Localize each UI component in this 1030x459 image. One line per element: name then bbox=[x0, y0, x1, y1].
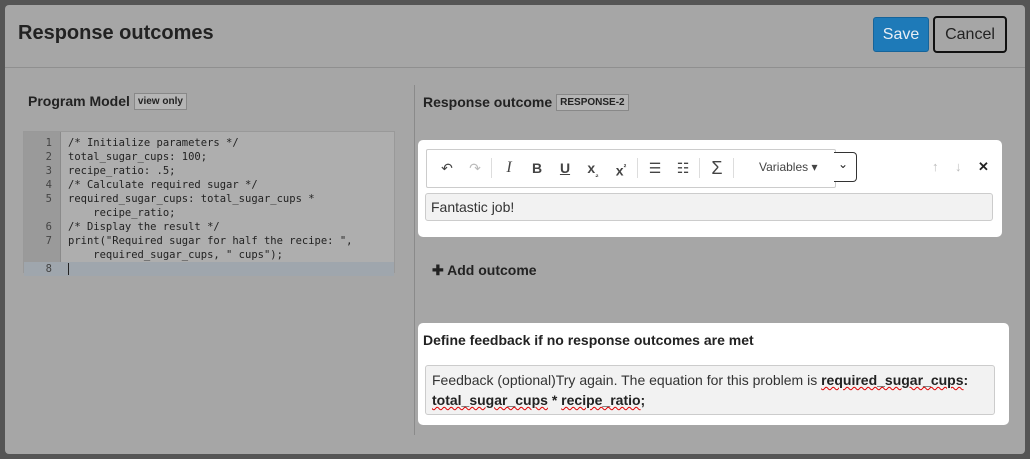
code-line: recipe_ratio; bbox=[24, 206, 394, 220]
line-number: 7 bbox=[45, 235, 52, 247]
code-text: recipe_ratio: .5; bbox=[68, 165, 176, 177]
line-number: 8 bbox=[45, 263, 52, 275]
sigma-icon[interactable]: Σ bbox=[707, 158, 727, 178]
equation-term: required_sugar_cups bbox=[821, 372, 964, 388]
program-model-code-editor[interactable]: 1 /* Initialize parameters */ 2 total_sugar… bbox=[23, 131, 395, 276]
code-text: /* Display the result */ bbox=[68, 221, 220, 233]
view-only-tag: view only bbox=[133, 93, 187, 110]
code-text: /* Initialize parameters */ bbox=[68, 137, 239, 149]
code-line: 2 total_sugar_cups: 100; bbox=[24, 150, 394, 164]
underline-icon[interactable]: U bbox=[555, 158, 575, 178]
toolbar-separator bbox=[637, 158, 638, 178]
code-text: total_sugar_cups: 100; bbox=[68, 151, 208, 163]
program-model-heading: Program Model view only bbox=[28, 93, 187, 110]
code-text: print("Required sugar for half the recip… bbox=[68, 235, 353, 247]
code-line: 6 /* Display the result */ bbox=[24, 220, 394, 234]
outcome-card: ↶ ↷ I B U x₂ x² ☰ ☷ Σ Variables ▾ ⌄ ↑ ↓ … bbox=[418, 140, 1002, 237]
equation-term: recipe_ratio bbox=[561, 392, 641, 408]
code-line: 7 print("Required sugar for half the reci… bbox=[24, 234, 394, 248]
add-outcome-button[interactable]: ✚ Add outcome bbox=[432, 262, 537, 279]
feedback-prefix: Feedback (optional)Try again. The equati… bbox=[432, 372, 822, 388]
italic-icon[interactable]: I bbox=[499, 158, 519, 178]
code-line: 5 required_sugar_cups: total_sugar_cups * bbox=[24, 192, 394, 206]
toolbar-separator bbox=[491, 158, 492, 178]
no-match-heading: Define feedback if no response outcomes … bbox=[423, 332, 754, 348]
panel-divider bbox=[414, 85, 415, 435]
line-number: 4 bbox=[45, 179, 52, 191]
line-number: 1 bbox=[45, 137, 52, 149]
line-number: 3 bbox=[45, 165, 52, 177]
code-line: 1 /* Initialize parameters */ bbox=[24, 136, 394, 150]
subscript-icon[interactable]: x₂ bbox=[583, 158, 603, 185]
add-outcome-label: Add outcome bbox=[447, 262, 537, 278]
save-button[interactable]: Save bbox=[873, 17, 929, 52]
superscript-icon[interactable]: x² bbox=[611, 158, 631, 181]
program-model-title: Program Model bbox=[28, 93, 130, 109]
line-number: 5 bbox=[45, 193, 52, 205]
response-outcomes-dialog: Response outcomes Save Cancel Program Mo… bbox=[5, 5, 1025, 454]
cancel-button[interactable]: Cancel bbox=[933, 16, 1007, 53]
outcome-feedback-input[interactable]: Fantastic job! bbox=[425, 193, 993, 221]
close-icon[interactable]: ✕ bbox=[978, 159, 989, 175]
plus-icon: ✚ bbox=[432, 262, 444, 278]
code-line: 3 recipe_ratio: .5; bbox=[24, 164, 394, 178]
line-number: 2 bbox=[45, 151, 52, 163]
code-line: 4 /* Calculate required sugar */ bbox=[24, 178, 394, 192]
code-line: 8 bbox=[24, 262, 394, 276]
undo-icon[interactable]: ↶ bbox=[437, 158, 457, 178]
dialog-header: Response outcomes Save Cancel bbox=[5, 5, 1025, 68]
toolbar-separator bbox=[699, 158, 700, 178]
equation-text: ; bbox=[640, 392, 646, 408]
code-text: recipe_ratio; bbox=[68, 207, 176, 219]
response-id-tag: RESPONSE-2 bbox=[556, 94, 629, 111]
response-outcome-title: Response outcome bbox=[423, 94, 553, 110]
bold-icon[interactable]: B bbox=[527, 158, 547, 178]
move-up-icon[interactable]: ↑ bbox=[932, 159, 939, 174]
redo-icon[interactable]: ↷ bbox=[465, 158, 485, 178]
toolbar-separator bbox=[733, 158, 734, 178]
code-line: required_sugar_cups, " cups"); bbox=[24, 248, 394, 262]
no-match-feedback-input[interactable]: Feedback (optional)Try again. The equati… bbox=[425, 365, 995, 415]
text-cursor bbox=[68, 263, 69, 275]
response-outcome-heading: Response outcome RESPONSE-2 bbox=[423, 94, 629, 111]
move-down-icon[interactable]: ↓ bbox=[955, 159, 962, 174]
code-text: required_sugar_cups, " cups"); bbox=[68, 249, 283, 261]
variables-dropdown[interactable]: Variables ▾ bbox=[759, 160, 818, 174]
rich-text-toolbar: ↶ ↷ I B U x₂ x² ☰ ☷ Σ Variables ▾ bbox=[426, 149, 836, 188]
code-text: /* Calculate required sugar */ bbox=[68, 179, 258, 191]
no-match-feedback-card: Define feedback if no response outcomes … bbox=[418, 323, 1009, 425]
equation-text: : bbox=[963, 372, 969, 388]
chevron-down-icon: ⌄ bbox=[838, 157, 849, 171]
line-number: 6 bbox=[45, 221, 52, 233]
equation-term: total_sugar_cups bbox=[432, 392, 548, 408]
bulleted-list-icon[interactable]: ☷ bbox=[673, 158, 693, 178]
code-text: required_sugar_cups: total_sugar_cups * bbox=[68, 193, 315, 205]
equation-text: * bbox=[547, 392, 562, 408]
ordered-list-icon[interactable]: ☰ bbox=[645, 158, 665, 178]
outcome-select[interactable]: ⌄ bbox=[834, 152, 857, 182]
dialog-title: Response outcomes bbox=[18, 22, 214, 44]
